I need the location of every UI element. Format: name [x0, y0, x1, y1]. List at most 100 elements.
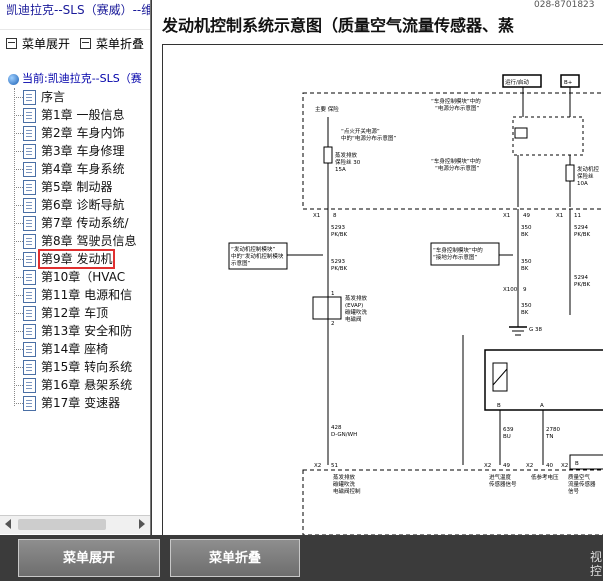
globe-icon: [8, 73, 19, 85]
document-icon: [23, 288, 36, 303]
bottom-bar: 菜单展开 菜单折叠: [0, 535, 603, 581]
tree-connector: [14, 295, 23, 296]
tree-connector: [14, 349, 23, 350]
document-icon: [23, 252, 36, 267]
note-left-1b: 中的“电源分布示意图”: [341, 134, 396, 142]
document-icon: [23, 396, 36, 411]
pin-49b: 49: [503, 463, 510, 469]
purge-label-3: 碳罐吹洗: [345, 308, 368, 316]
tree-item[interactable]: 第8章 驾驶员信息: [14, 232, 136, 250]
wire-dgnwh: D-GN/WH: [331, 432, 357, 438]
main-panel: 028-8701823 发动机控制系统示意图（质量空气流量传感器、蒸 运行/启动…: [152, 0, 603, 535]
wire-tn: TN: [545, 434, 553, 440]
tree-item[interactable]: 第9章 发动机: [14, 249, 116, 269]
tree-item-label: 序言: [41, 90, 66, 104]
box-run-text: 运行/启动: [505, 78, 529, 86]
tree-item[interactable]: 第3章 车身修理: [14, 142, 124, 160]
horizontal-scrollbar[interactable]: [0, 515, 150, 534]
toolbar-expand[interactable]: 菜单展开: [6, 34, 70, 56]
tree-item-label: 第11章 电源和信: [41, 288, 133, 302]
conn-x2-b: X2: [484, 463, 491, 469]
scroll-left-icon[interactable]: [5, 519, 11, 529]
document-icon: [23, 180, 36, 195]
tree-item[interactable]: 第12章 车顶: [14, 304, 108, 322]
toolbar-expand-label: 菜单展开: [22, 37, 71, 51]
tree-connector: [14, 403, 23, 404]
tree-item[interactable]: 第1章 一般信息: [14, 106, 124, 124]
wire-pkbk-b: PK/BK: [574, 232, 591, 238]
pin-a: A: [540, 403, 544, 409]
ecm-label-1: 蒸发排放: [333, 473, 356, 481]
document-icon: [23, 216, 36, 231]
toolbar-collapse[interactable]: 菜单折叠: [80, 34, 144, 56]
tree-connector: [14, 187, 23, 188]
tree-item-label: 第13章 安全和防: [41, 324, 133, 338]
tree-item[interactable]: 第6章 诊断导航: [14, 196, 124, 214]
connector-x100: X100: [503, 287, 518, 293]
ecm-label-2: 进气温度: [489, 473, 512, 481]
tree-item-label: 第16章 悬架系统: [41, 378, 133, 392]
purge-label-4: 电磁阀: [345, 315, 362, 323]
tree-item[interactable]: 第10章（HVAC: [14, 268, 125, 286]
tree-item[interactable]: 第13章 安全和防: [14, 322, 132, 340]
tree-connector: [14, 151, 23, 152]
pin-b-end: B: [575, 461, 579, 467]
tree-connector: [14, 169, 23, 170]
scroll-thumb[interactable]: [18, 519, 106, 530]
tree-item[interactable]: 第14章 座椅: [14, 340, 108, 358]
relay-label-2b: “电源分布示意图”: [435, 164, 479, 172]
ref-box-left-3: 示意图”: [231, 259, 251, 267]
conn-x2-a: X2: [314, 463, 321, 469]
note-left-1: “点火开关电源”: [341, 127, 380, 135]
document-icon: [23, 198, 36, 213]
tree-connector: [14, 385, 23, 386]
wire-bk-c: BK: [521, 310, 529, 316]
ecm-label-4b: 流量传感器: [568, 480, 596, 488]
tree-item[interactable]: 第11章 电源和信: [14, 286, 132, 304]
wire-pkbk-d: PK/BK: [574, 282, 591, 288]
fuse-left-1: 蒸发排放: [335, 151, 358, 159]
wire-2780: 2780: [546, 427, 560, 433]
pin-x1-c: X1: [556, 213, 563, 219]
tree-item[interactable]: 序言: [14, 88, 65, 106]
tree-item-label: 第14章 座椅: [41, 342, 109, 356]
relay-label-2: “车身控制模块”中的: [431, 157, 481, 165]
tree-item[interactable]: 第7章 传动系统/: [14, 214, 129, 232]
pin-2: 2: [331, 321, 335, 327]
wire-428: 428: [331, 425, 342, 431]
tree-item[interactable]: 第17章 变速器: [14, 394, 120, 412]
tree-item[interactable]: 第15章 转向系统: [14, 358, 132, 376]
tree-connector: [14, 223, 23, 224]
tree-item[interactable]: 第2章 车身内饰: [14, 124, 124, 142]
tree-item-label: 第15章 转向系统: [41, 360, 133, 374]
window-title: 凯迪拉克--SLS（赛威）--维: [0, 0, 150, 30]
wire-5294-b: 5294: [574, 275, 588, 281]
scroll-right-icon[interactable]: [139, 519, 145, 529]
tree-toolbar: 菜单展开 菜单折叠: [0, 34, 150, 56]
page-title: 发动机控制系统示意图（质量空气流量传感器、蒸: [162, 16, 515, 35]
tree-item-label: 第1章 一般信息: [41, 108, 125, 122]
pin-51: 51: [331, 463, 338, 469]
wire-bk-a: BK: [521, 232, 529, 238]
tree-item[interactable]: 第5章 制动器: [14, 178, 112, 196]
ref-box-left-2: 中的“发动机控制模块: [231, 252, 284, 260]
document-icon: [23, 144, 36, 159]
conn-x2-d: X2: [561, 463, 568, 469]
tree-root-label: 当前:凯迪拉克--SLS（赛: [22, 72, 142, 85]
purge-label-1: 蒸发排放: [345, 294, 368, 302]
tree-connector: [14, 331, 23, 332]
tree-item[interactable]: 第16章 悬架系统: [14, 376, 132, 394]
ecm-label-2b: 传感器信号: [489, 480, 517, 488]
tree-root[interactable]: 当前:凯迪拉克--SLS（赛: [8, 70, 142, 88]
diagram-svg: 运行/启动 B+ 主要 保险 “车身控制模块”中的 “电源分布示意图” “车身控…: [228, 74, 603, 535]
tree-item-label: 第2章 车身内饰: [41, 126, 125, 140]
tree-item-label: 第17章 变速器: [41, 396, 121, 410]
document-icon: [23, 234, 36, 249]
ecm-label-1c: 电磁阀控制: [333, 487, 361, 495]
expand-icon: [6, 38, 17, 49]
document-icon: [23, 90, 36, 105]
collapse-menu-button[interactable]: 菜单折叠: [170, 539, 300, 577]
expand-menu-button[interactable]: 菜单展开: [18, 539, 160, 577]
tree-item[interactable]: 第4章 车身系统: [14, 160, 124, 178]
left-panel: 凯迪拉克--SLS（赛威）--维 菜单展开 菜单折叠 当前:凯迪拉克--SLS（…: [0, 0, 151, 535]
